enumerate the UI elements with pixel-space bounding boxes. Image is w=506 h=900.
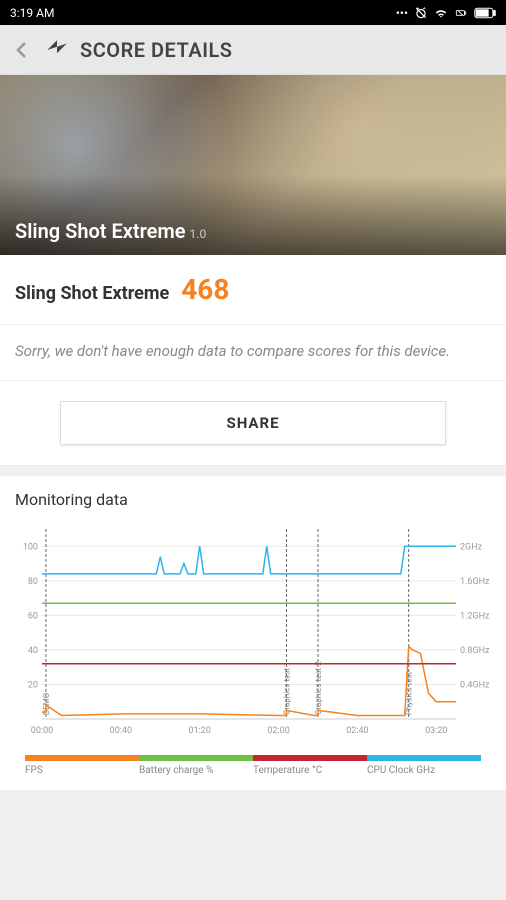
back-icon[interactable] [10,38,34,62]
legend-item: CPU Clock GHz [367,755,481,776]
svg-text:1.6GHz: 1.6GHz [460,577,490,587]
monitoring-section: Monitoring data 20 40 60 80 100 0.4GHz 0.8GHz 1… [0,476,506,790]
share-section: SHARE [0,381,506,466]
chart-legend: FPS Battery charge % Temperature °C CPU Clo… [0,749,506,790]
score-bar: Sling Shot Extreme 468 [0,255,506,325]
status-time: 3:19 AM [10,6,54,20]
hero-version: 1.0 [190,227,207,241]
monitoring-title: Monitoring data [0,476,506,519]
svg-text:Graphics test 2: Graphics test 2 [314,661,323,715]
alarm-off-icon [414,6,428,20]
hero-title: Sling Shot Extreme 1.0 [15,219,206,243]
svg-text:00:40: 00:40 [110,726,132,736]
monitoring-chart: 20 40 60 80 100 0.4GHz 0.8GHz 1.2GHz 1.6GHz 2GHz 0… [10,519,496,749]
svg-text:00:00: 00:00 [31,726,53,736]
svg-text:40: 40 [28,646,38,656]
legend-label: FPS [25,765,43,776]
hero-title-text: Sling Shot Extreme [15,219,186,243]
legend-item: Temperature °C [253,755,367,776]
status-bar: 3:19 AM ••• [0,0,506,25]
app-header: SCORE DETAILS [0,25,506,75]
svg-text:02:40: 02:40 [346,726,368,736]
battery-box-icon [454,6,468,20]
svg-text:0.4GHz: 0.4GHz [460,680,490,690]
svg-text:Graphics test 1: Graphics test 1 [282,661,291,715]
svg-text:20: 20 [28,680,38,690]
score-value: 468 [181,273,229,306]
svg-text:0.8GHz: 0.8GHz [460,646,490,656]
wifi-icon [434,6,448,20]
svg-text:02:00: 02:00 [267,726,289,736]
page-title: SCORE DETAILS [80,38,232,62]
score-label: Sling Shot Extreme [15,283,169,304]
svg-text:80: 80 [28,577,38,587]
legend-item: FPS [25,755,139,776]
share-button[interactable]: SHARE [60,401,446,445]
legend-label: Temperature °C [253,765,322,776]
comparison-message: Sorry, we don't have enough data to comp… [0,325,506,381]
legend-label: CPU Clock GHz [367,765,435,776]
svg-text:100: 100 [23,542,38,552]
legend-item: Battery charge % [139,755,253,776]
battery-icon [474,6,496,20]
app-logo-icon [44,37,70,63]
dots-icon: ••• [396,6,408,20]
svg-text:01:20: 01:20 [189,726,211,736]
svg-text:1.2GHz: 1.2GHz [460,611,490,621]
svg-text:2GHz: 2GHz [460,542,483,552]
hero-image: Sling Shot Extreme 1.0 [0,75,506,255]
svg-text:60: 60 [28,611,38,621]
status-icons: ••• [396,6,496,20]
svg-text:03:20: 03:20 [425,726,447,736]
legend-label: Battery charge % [139,765,213,776]
